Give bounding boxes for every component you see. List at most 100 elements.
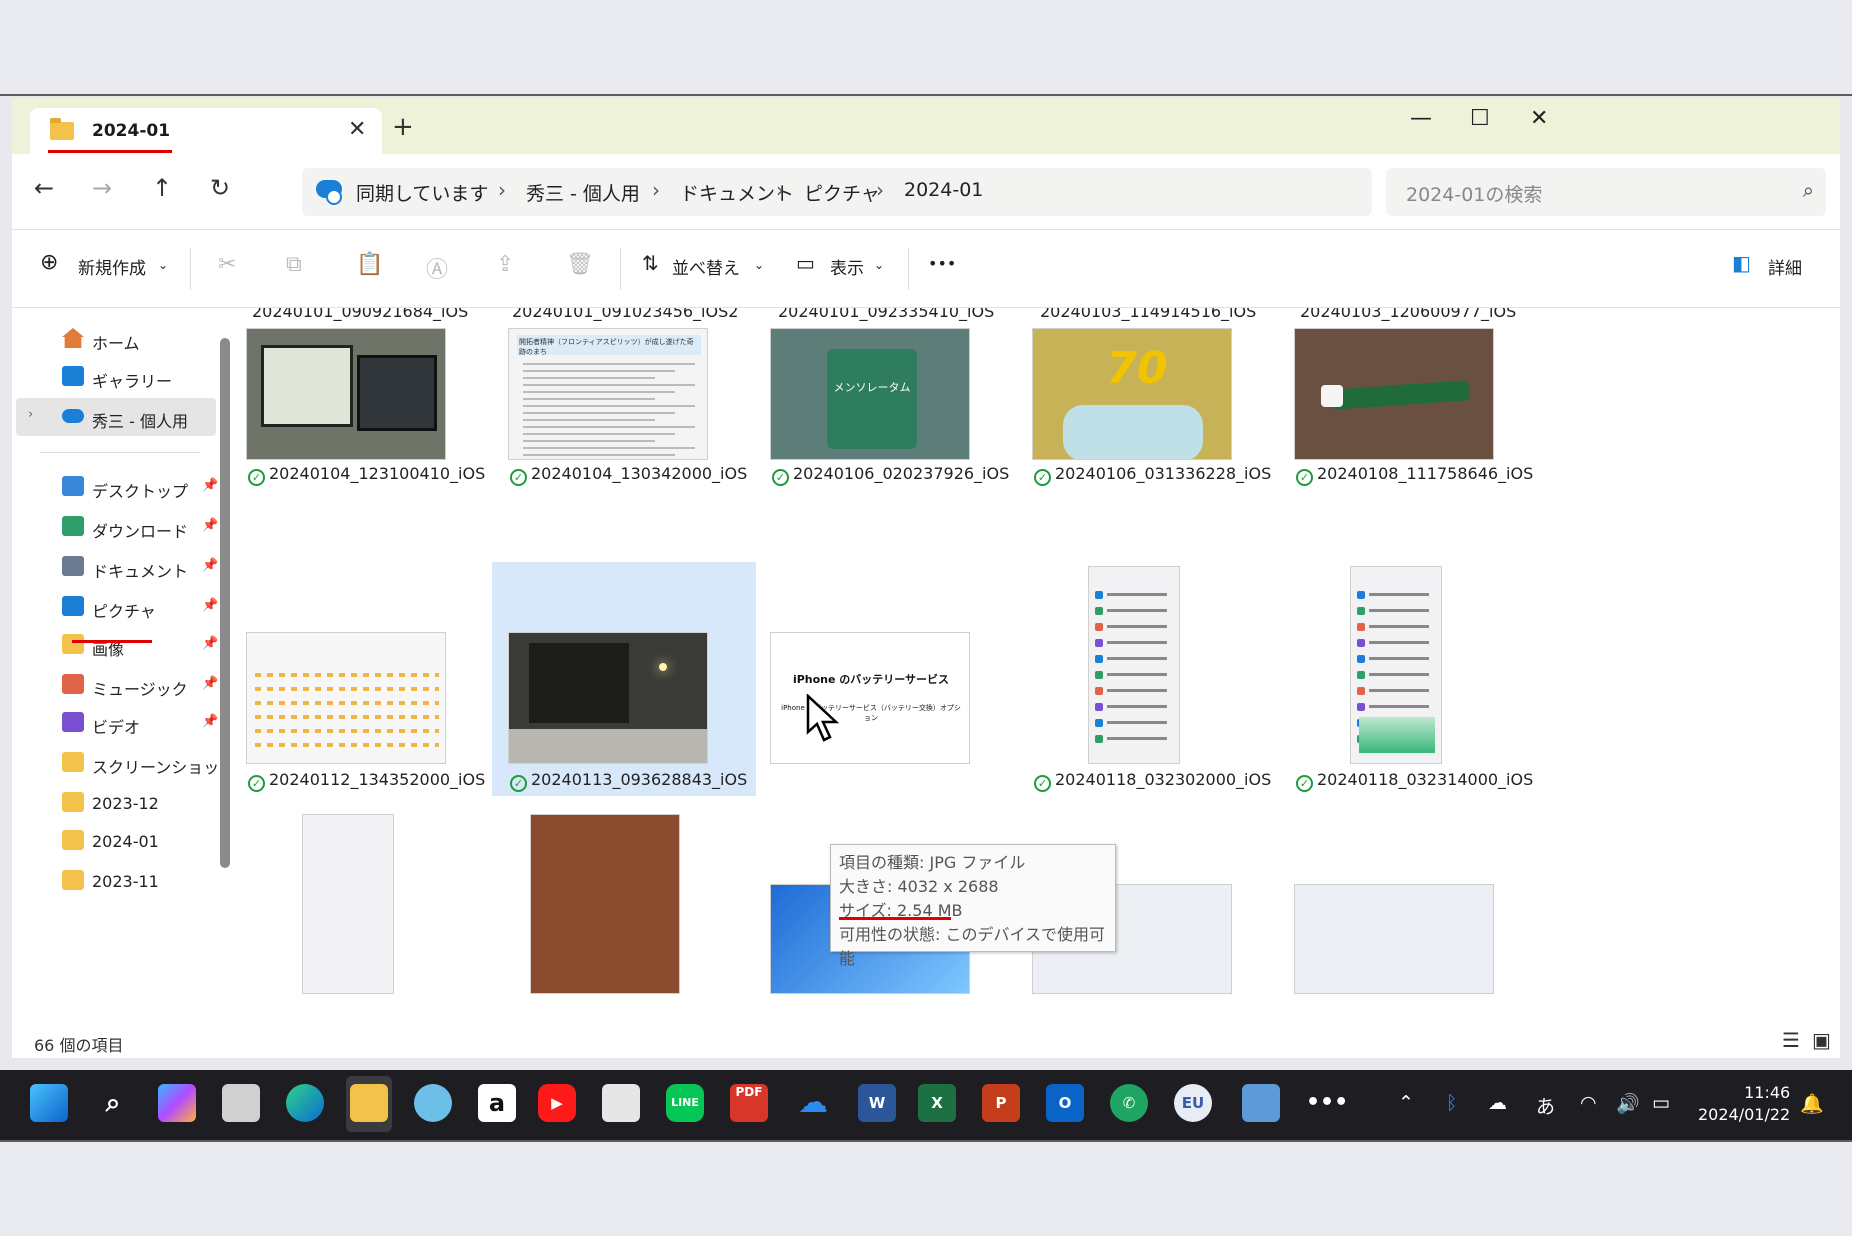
powerpoint-icon[interactable]: P — [982, 1084, 1020, 1122]
onedrive-icon[interactable]: ☁ — [794, 1084, 832, 1122]
thumbnail-image[interactable] — [530, 814, 680, 994]
tray-overflow-icon[interactable]: ⌃ — [1398, 1092, 1414, 1114]
eu-icon[interactable]: EU — [1174, 1084, 1212, 1122]
clock[interactable]: 11:46 2024/01/22 — [1698, 1082, 1790, 1126]
file-caption-partial[interactable]: 20240101_092335410_iOS — [778, 308, 994, 321]
onedrive-tray-icon[interactable]: ☁ — [1488, 1092, 1507, 1114]
sidebar-item-2[interactable]: ダウンロード 📌 — [40, 508, 218, 546]
line-icon[interactable]: LINE — [666, 1084, 704, 1122]
copy-icon[interactable]: ⧉ — [286, 252, 302, 277]
pin-icon[interactable]: 📌 — [202, 636, 218, 651]
refresh-icon[interactable]: ↻ — [210, 174, 230, 202]
thumbnail-image[interactable] — [302, 814, 394, 994]
file-item[interactable]: ✓ 20240118_032302000_iOS — [1016, 562, 1280, 796]
new-tab-icon[interactable]: + — [392, 112, 414, 142]
pin-icon[interactable]: 📌 — [202, 714, 218, 729]
app-window-icon[interactable] — [1242, 1084, 1280, 1122]
file-caption-partial[interactable]: 20240101_091023456_iOS2 — [512, 308, 738, 321]
file-caption-partial[interactable]: 20240103_120600977_iOS — [1300, 308, 1516, 321]
rename-icon[interactable]: Ⓐ — [426, 252, 448, 284]
view-button[interactable]: 表示 — [830, 254, 864, 279]
file-item[interactable]: iPhone のバッテリーサービス iPhone のバッテリーサービス（バッテリー… — [754, 562, 1018, 796]
bluetooth-icon[interactable]: ᛒ — [1446, 1092, 1457, 1114]
excel-icon[interactable]: X — [918, 1084, 956, 1122]
word-icon[interactable]: W — [858, 1084, 896, 1122]
pin-icon[interactable]: 📌 — [202, 598, 218, 613]
more-apps-icon[interactable]: ••• — [1306, 1084, 1348, 1122]
file-caption-partial[interactable]: 20240101_090921684_iOS — [252, 308, 468, 321]
back-icon[interactable]: ← — [34, 174, 54, 202]
thumbnail-view-icon[interactable]: ▣ — [1812, 1028, 1831, 1052]
sidebar-item-7[interactable]: ビデオ 📌 — [40, 704, 218, 742]
file-item[interactable]: ✓ 20240112_134352000_iOS — [230, 562, 494, 796]
pin-icon[interactable]: 📌 — [202, 478, 218, 493]
start-icon[interactable] — [30, 1084, 68, 1122]
file-item[interactable]: 開拓者精神（フロンティアスピリッツ）が成し遂げた奇跡のまち ✓ 20240104_1… — [492, 322, 756, 490]
sidebar-item-10[interactable]: 2024-01 — [40, 822, 216, 860]
file-item[interactable]: メンソレータム ✓ 20240106_020237926_iOS — [754, 322, 1018, 490]
delete-icon[interactable]: 🗑 — [566, 252, 594, 277]
file-item[interactable]: ✓ 20240113_093628843_iOS — [492, 562, 756, 796]
breadcrumb-current[interactable]: 2024-01 — [904, 179, 983, 201]
amazon-icon[interactable]: a — [478, 1084, 516, 1122]
new-button[interactable]: 新規作成 — [78, 254, 146, 279]
app-icon[interactable] — [602, 1084, 640, 1122]
youtube-icon[interactable]: ▶ — [538, 1084, 576, 1122]
sidebar-item-1[interactable]: デスクトップ 📌 — [40, 468, 218, 506]
cut-icon[interactable]: ✂ — [218, 252, 236, 277]
sidebar-item-gallery[interactable]: ギャラリー — [40, 358, 216, 396]
breadcrumb-sync[interactable]: 同期しています — [356, 179, 488, 206]
paint-icon[interactable] — [414, 1084, 452, 1122]
sort-button[interactable]: 並べ替え — [672, 254, 740, 279]
sidebar-item-5[interactable]: 画像 📌 — [40, 626, 218, 664]
pin-icon[interactable]: 📌 — [202, 558, 218, 573]
volume-icon[interactable]: 🔊 — [1616, 1092, 1640, 1115]
battery-icon[interactable]: ▭ — [1652, 1092, 1670, 1114]
sidebar-item-onedrive[interactable]: › 秀三 - 個人用 — [16, 398, 216, 436]
details-button[interactable]: 詳細 — [1768, 254, 1802, 279]
breadcrumb-pictures[interactable]: ピクチャ — [804, 179, 880, 206]
forward-icon[interactable]: → — [92, 174, 112, 202]
file-explorer-icon[interactable] — [350, 1084, 388, 1122]
copilot-icon[interactable] — [158, 1084, 196, 1122]
file-item[interactable]: ✓ 20240118_032314000_iOS — [1278, 562, 1542, 796]
pdf-png-icon[interactable]: PDF — [730, 1084, 768, 1122]
ime-icon[interactable]: あ — [1536, 1092, 1555, 1119]
phone-link-icon[interactable]: ✆ — [1110, 1084, 1148, 1122]
search-icon[interactable]: ⌕ — [1803, 178, 1814, 202]
file-item[interactable]: ✓ 20240104_123100410_iOS — [230, 322, 494, 490]
search-box[interactable]: 2024-01の検索 ⌕ — [1386, 168, 1826, 216]
tab-2024-01[interactable]: 2024-01 ✕ — [30, 108, 382, 154]
sidebar-item-8[interactable]: スクリーンショット — [40, 744, 235, 782]
sidebar-scrollbar[interactable] — [220, 338, 230, 868]
search-icon[interactable]: ⌕ — [94, 1084, 132, 1122]
paste-icon[interactable]: 📋 — [356, 252, 383, 277]
share-icon[interactable]: ⇪ — [496, 252, 514, 277]
address-bar[interactable]: 同期しています › 秀三 - 個人用 › ドキュメント › ピクチャ › 202… — [302, 168, 1372, 216]
sidebar-item-4[interactable]: ピクチャ 📌 — [40, 588, 218, 626]
minimize-icon[interactable]: — — [1410, 106, 1432, 131]
close-window-icon[interactable]: ✕ — [1530, 106, 1548, 131]
pin-icon[interactable]: 📌 — [202, 518, 218, 533]
task-view-icon[interactable] — [222, 1084, 260, 1122]
sidebar-item-home[interactable]: ホーム — [40, 320, 216, 358]
file-item[interactable]: ✓ 20240108_111758646_iOS — [1278, 322, 1542, 490]
maximize-icon[interactable]: ☐ — [1470, 106, 1490, 131]
edge-icon[interactable] — [286, 1084, 324, 1122]
file-item[interactable]: 70 ✓ 20240106_031336228_iOS — [1016, 322, 1280, 490]
up-icon[interactable]: ↑ — [152, 174, 172, 202]
close-tab-icon[interactable]: ✕ — [348, 117, 366, 142]
sidebar-item-9[interactable]: 2023-12 — [40, 784, 216, 822]
sidebar-item-11[interactable]: 2023-11 — [40, 862, 216, 900]
breadcrumb-personal[interactable]: 秀三 - 個人用 — [526, 179, 640, 206]
notification-bell-icon[interactable]: 🔔 — [1800, 1092, 1824, 1115]
file-caption-partial[interactable]: 20240103_114914516_iOS — [1040, 308, 1256, 321]
pin-icon[interactable]: 📌 — [202, 676, 218, 691]
sidebar-item-6[interactable]: ミュージック 📌 — [40, 666, 218, 704]
list-view-icon[interactable]: ☰ — [1782, 1028, 1800, 1052]
outlook-icon[interactable]: O — [1046, 1084, 1084, 1122]
wifi-icon[interactable]: ◠ — [1580, 1092, 1597, 1114]
more-options-button[interactable]: ••• — [928, 254, 956, 273]
sidebar-item-3[interactable]: ドキュメント 📌 — [40, 548, 218, 586]
thumbnail-image[interactable] — [1294, 884, 1494, 994]
